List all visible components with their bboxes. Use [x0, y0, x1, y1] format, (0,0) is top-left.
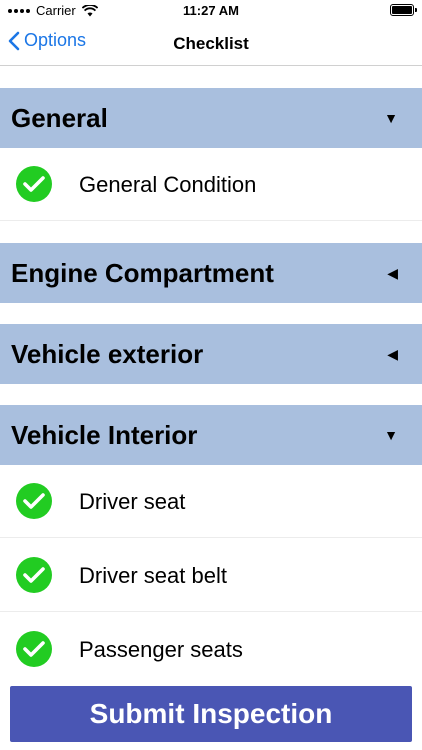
checklist-item-label: Passenger seats: [79, 637, 243, 662]
checklist-item-general-condition[interactable]: General Condition: [0, 148, 422, 221]
page-title: Checklist: [173, 34, 249, 53]
section-title: Engine Compartment: [11, 258, 274, 288]
section-title: Vehicle exterior: [11, 339, 204, 369]
checkmark-icon: [16, 483, 52, 519]
checkmark-icon: [16, 631, 52, 667]
section-header-vehicle-interior[interactable]: Vehicle Interior ▼: [0, 405, 422, 465]
section-header-engine-compartment[interactable]: Engine Compartment ◀: [0, 243, 422, 303]
chevron-left-icon: ◀: [387, 346, 398, 362]
submit-inspection-button[interactable]: Submit Inspection: [10, 686, 412, 742]
status-time: 11:27 AM: [183, 3, 239, 18]
section-title: General: [11, 103, 108, 133]
checklist-item-driver-seat[interactable]: Driver seat: [0, 465, 422, 538]
checklist-item-label: General Condition: [79, 172, 257, 197]
checkmark-icon: [16, 166, 52, 202]
chevron-down-icon: ▼: [384, 427, 398, 443]
status-bar: Carrier 11:27 AM: [0, 0, 422, 22]
chevron-down-icon: ▼: [384, 110, 398, 126]
checklist-item-driver-seat-belt[interactable]: Driver seat belt: [0, 539, 422, 612]
navigation-bar: Options Checklist: [0, 22, 422, 66]
section-header-general[interactable]: General ▼: [0, 88, 422, 148]
checklist-item-label: Driver seat belt: [79, 563, 227, 588]
battery-icon: [390, 4, 417, 16]
checkmark-icon: [16, 557, 52, 593]
chevron-left-icon: ◀: [387, 265, 398, 281]
checklist-item-label: Driver seat: [79, 489, 186, 514]
section-title: Vehicle Interior: [11, 420, 198, 450]
section-header-vehicle-exterior[interactable]: Vehicle exterior ◀: [0, 324, 422, 384]
checklist-item-passenger-seats[interactable]: Passenger seats: [0, 613, 422, 686]
